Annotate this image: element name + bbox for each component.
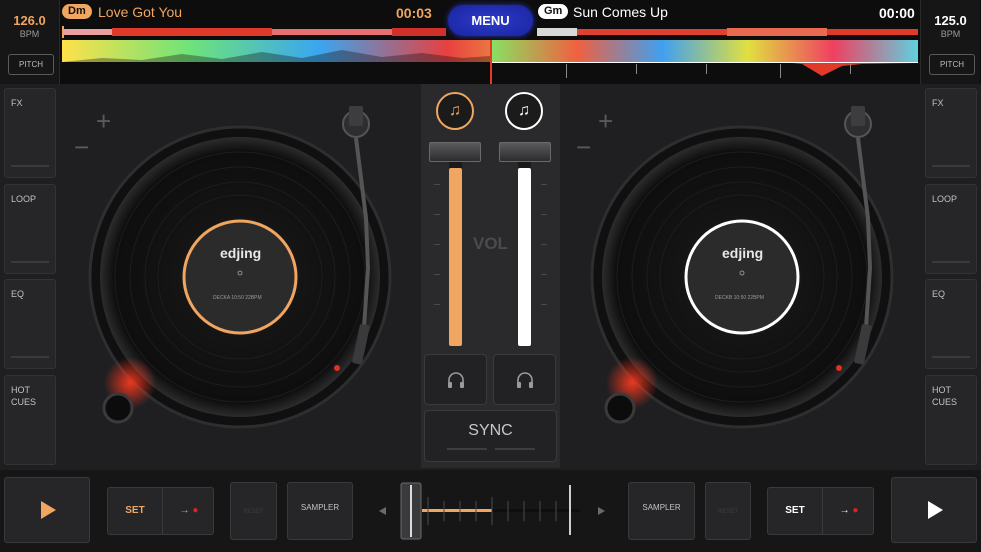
record-dot-icon-a: ● <box>192 505 199 516</box>
volume-fader-b[interactable] <box>518 152 531 346</box>
hot-cues-button-a[interactable]: HOT CUES <box>4 375 56 465</box>
headphones-icon <box>516 371 533 388</box>
eq-label-b: EQ <box>932 289 946 299</box>
bottom-bar: SET → ● RESET SAMPLER SAMPLER RESET SET … <box>0 470 981 552</box>
record-brand-b: edjing <box>722 245 764 261</box>
sync-indicator <box>447 448 537 450</box>
chevron-left-icon <box>379 507 386 515</box>
bpm-box-a: 126.0 BPM PITCH <box>0 0 60 84</box>
music-note-icon-b[interactable]: ♫ <box>505 92 543 130</box>
volume-fader-a[interactable] <box>449 152 462 346</box>
volume-fader-handle-a[interactable] <box>429 142 481 162</box>
reset-button-a[interactable]: RESET <box>230 482 277 540</box>
loop-label-b: LOOP <box>932 194 958 204</box>
eq-indicator-b <box>932 356 970 358</box>
track-title-a: Love Got You <box>98 4 183 20</box>
loop-button-b[interactable]: LOOP <box>925 184 977 274</box>
bpm-unit-a: BPM <box>19 29 40 39</box>
fx-button-b[interactable]: FX <box>925 88 977 178</box>
hot-cues-button-b[interactable]: HOT CUES <box>925 375 977 465</box>
sampler-button-a[interactable]: SAMPLER <box>287 482 353 540</box>
bpm-value-b: 125.0 <box>934 13 967 28</box>
loop-indicator-a <box>11 261 49 263</box>
fx-indicator-a <box>11 165 49 167</box>
top-bar: 126.0 BPM PITCH 125.0 BPM PITCH Dm Love … <box>0 0 981 84</box>
volume-fader-handle-b[interactable] <box>499 142 551 162</box>
loop-indicator-b <box>932 261 970 263</box>
cue-jump-button-a[interactable]: → ● <box>163 488 215 534</box>
key-badge-b: Gm <box>538 4 569 19</box>
play-icon-a <box>41 501 56 519</box>
fx-button-a[interactable]: FX <box>4 88 56 178</box>
record-label-b <box>684 219 800 335</box>
fx-label-a: FX <box>11 98 23 108</box>
record-label-a <box>182 219 298 335</box>
overview-waveform-a[interactable] <box>62 26 446 38</box>
track-title-b: Sun Comes Up <box>573 4 668 20</box>
arrow-right-icon-b: → <box>839 505 850 516</box>
cue-knob-a[interactable] <box>102 392 134 424</box>
menu-button[interactable]: MENU <box>448 5 533 36</box>
cue-set-button-a[interactable]: SET <box>108 488 162 534</box>
sync-label: SYNC <box>468 422 513 439</box>
crossfader[interactable] <box>378 481 606 541</box>
cue-set-group-a: SET → ● <box>107 487 214 535</box>
track-time-b: 00:00 <box>879 5 915 21</box>
eq-label-a: EQ <box>11 289 25 299</box>
chevron-right-icon <box>598 507 605 515</box>
loop-button-a[interactable]: LOOP <box>4 184 56 274</box>
play-icon-b <box>928 501 943 519</box>
mixer-panel: ♫ ♫ VOL SYNC <box>421 84 560 468</box>
record-brand-a: edjing <box>220 245 262 261</box>
bpm-value-a: 126.0 <box>13 13 46 28</box>
cue-set-group-b: SET → ● <box>767 487 874 535</box>
playhead-marker <box>490 40 492 84</box>
dj-app: 126.0 BPM PITCH 125.0 BPM PITCH Dm Love … <box>0 0 981 552</box>
headphone-cue-button-b[interactable] <box>493 354 556 405</box>
cue-set-button-b[interactable]: SET <box>768 488 822 534</box>
bpm-unit-b: BPM <box>940 29 961 39</box>
eq-button-a[interactable]: EQ <box>4 279 56 369</box>
cue-knob-b[interactable] <box>604 392 636 424</box>
arrow-right-icon-a: → <box>179 505 190 516</box>
eq-indicator-a <box>11 356 49 358</box>
sync-button[interactable]: SYNC <box>424 410 557 462</box>
bpm-box-b: 125.0 BPM PITCH <box>920 0 980 84</box>
play-button-b[interactable] <box>891 477 977 543</box>
hot-cues-label-b: HOT CUES <box>932 385 958 407</box>
turntable-a: + − edjing DECKA 10:50 22BPM <box>60 88 420 468</box>
track-time-a: 00:03 <box>396 5 432 21</box>
loop-label-a: LOOP <box>11 194 37 204</box>
play-button-a[interactable] <box>4 477 90 543</box>
pitch-button-a[interactable]: PITCH <box>8 54 54 75</box>
cue-jump-button-b[interactable]: → ● <box>823 488 875 534</box>
key-badge-a: Dm <box>62 4 92 19</box>
sampler-button-b[interactable]: SAMPLER <box>628 482 695 540</box>
volume-level-b <box>518 167 531 346</box>
record-caption-b: DECKB 10:50 22BPM <box>715 295 764 301</box>
volume-level-a <box>449 167 462 346</box>
headphones-icon <box>447 371 464 388</box>
record-dot-icon-b: ● <box>852 505 859 516</box>
music-note-icon-a[interactable]: ♫ <box>436 92 474 130</box>
headphone-cue-button-a[interactable] <box>424 354 487 405</box>
volume-label: VOL <box>473 234 508 253</box>
pitch-button-b[interactable]: PITCH <box>929 54 975 75</box>
hot-cues-label-a: HOT CUES <box>11 385 37 407</box>
turntable-b: + − edjing DECKB 10:50 22BPM <box>562 88 922 468</box>
fx-label-b: FX <box>932 98 944 108</box>
record-caption-a: DECKA 10:50 22BPM <box>213 295 262 301</box>
reset-button-b[interactable]: RESET <box>705 482 751 540</box>
overview-waveform-b[interactable] <box>537 26 918 38</box>
fx-indicator-b <box>932 165 970 167</box>
eq-button-b[interactable]: EQ <box>925 279 977 369</box>
